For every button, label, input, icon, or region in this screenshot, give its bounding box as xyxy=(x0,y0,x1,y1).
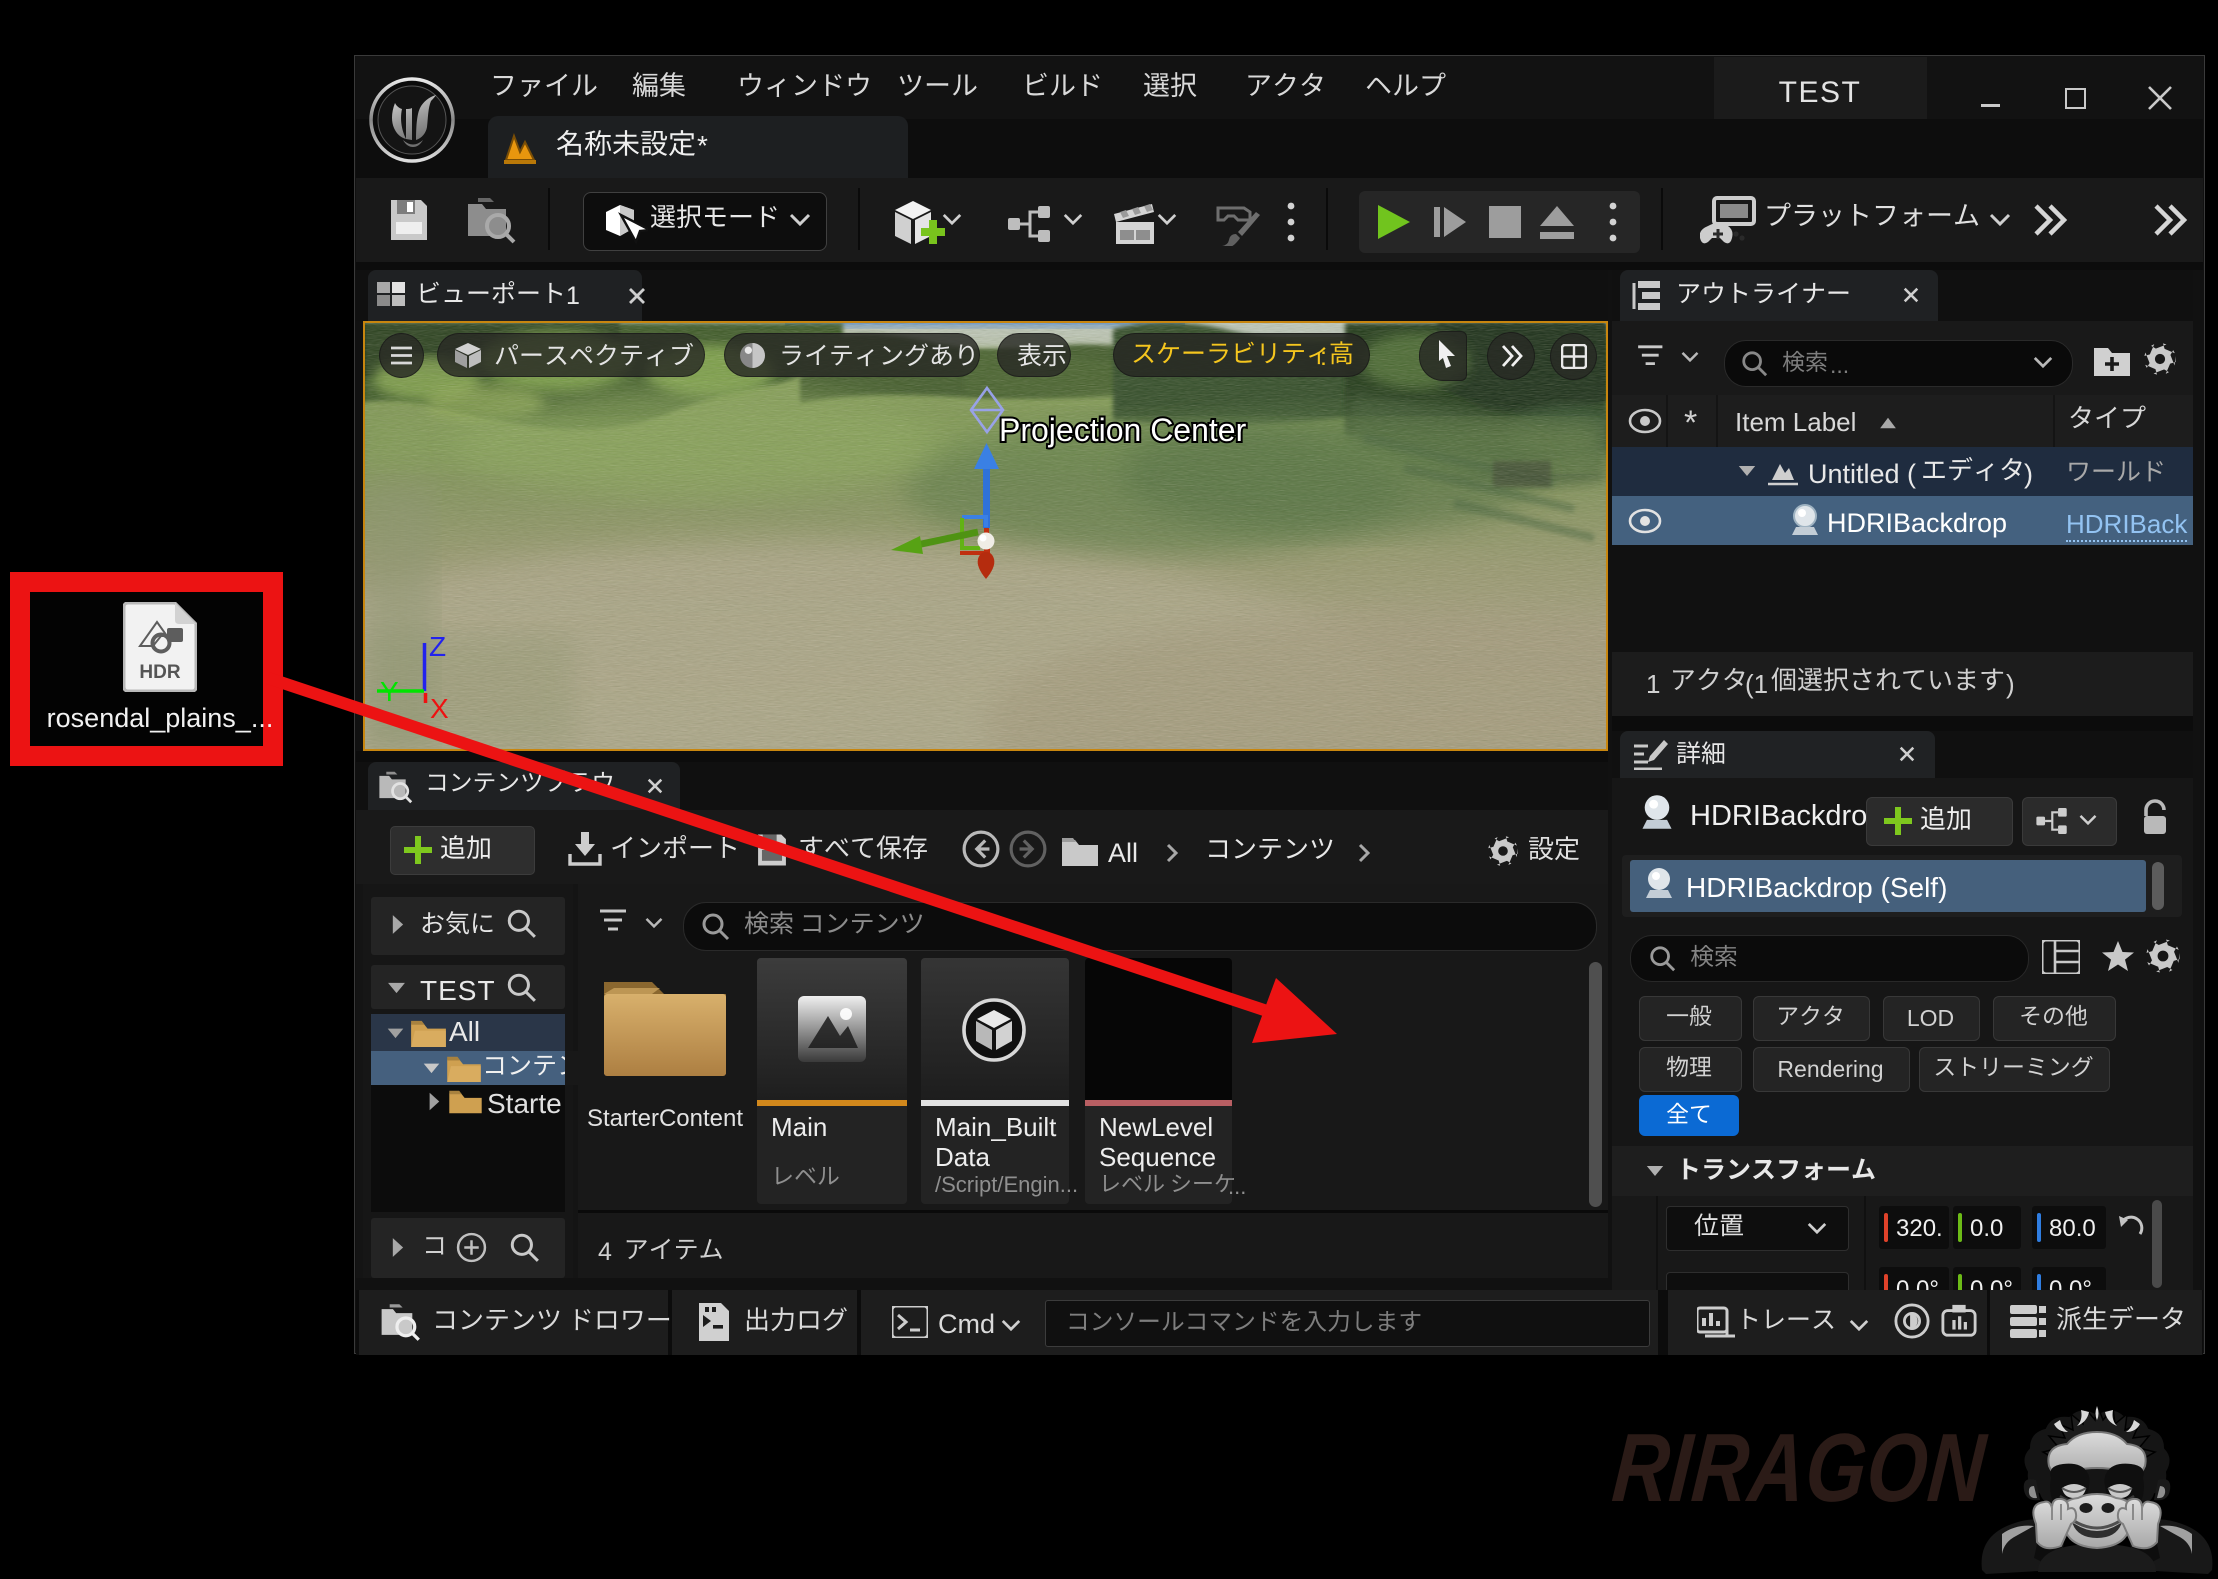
svg-text:Projection Center: Projection Center xyxy=(999,412,1247,448)
svg-text:HDR: HDR xyxy=(139,662,180,683)
svg-text:Z: Z xyxy=(429,631,446,662)
svg-text:Y: Y xyxy=(380,676,399,707)
svg-text:X: X xyxy=(430,693,449,724)
